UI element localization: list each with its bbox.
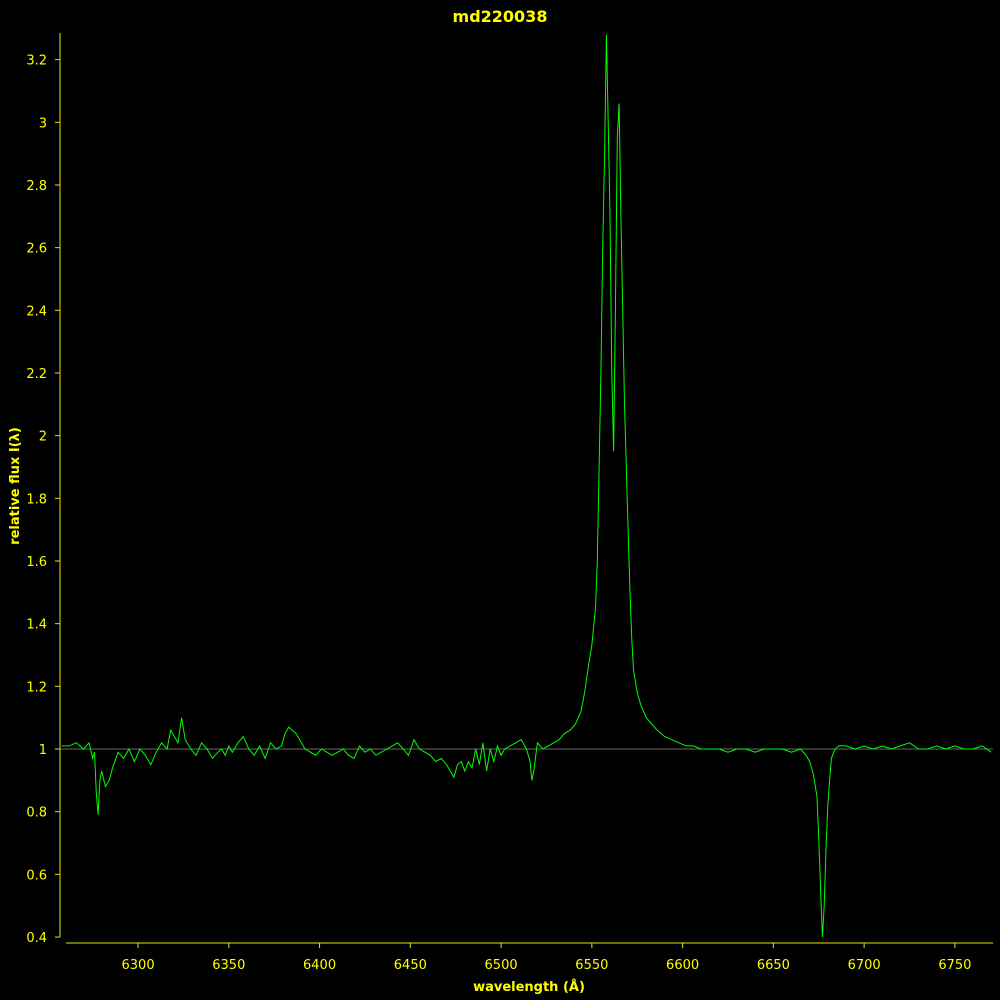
y-tick-label: 1.6	[26, 555, 47, 570]
y-tick-label: 2	[39, 430, 47, 445]
y-axis-label: relative flux I(λ)	[8, 427, 23, 545]
y-tick-label: 1	[39, 743, 47, 758]
y-tick-label: 0.8	[26, 806, 47, 821]
y-tick-label: 2.8	[26, 179, 47, 194]
x-tick-label: 6450	[394, 958, 427, 973]
x-tick-label: 6750	[938, 958, 971, 973]
x-tick-label: 6650	[757, 958, 790, 973]
x-axis-label: wavelength (Å)	[473, 979, 585, 995]
x-tick-label: 6600	[666, 958, 699, 973]
y-tick-label: 0.6	[26, 868, 47, 883]
y-tick-label: 3	[39, 116, 47, 131]
y-tick-label: 2.2	[26, 367, 47, 382]
chart-background	[0, 0, 1000, 1000]
x-tick-label: 6550	[575, 958, 608, 973]
chart-title: md220038	[453, 7, 548, 26]
y-tick-label: 2.4	[26, 304, 47, 319]
x-tick-label: 6400	[303, 958, 336, 973]
y-tick-label: 3.2	[26, 54, 47, 69]
x-tick-label: 6300	[122, 958, 155, 973]
y-tick-label: 2.6	[26, 242, 47, 257]
x-tick-label: 6500	[485, 958, 518, 973]
y-tick-label: 0.4	[26, 931, 47, 946]
y-tick-label: 1.2	[26, 680, 47, 695]
x-tick-label: 6700	[848, 958, 881, 973]
y-tick-label: 1.4	[26, 618, 47, 633]
y-tick-label: 1.8	[26, 492, 47, 507]
spectrum-chart: md220038 6300 6350 6400 6450 6500 6550 6600 665…	[0, 0, 1000, 1000]
x-tick-label: 6350	[212, 958, 245, 973]
